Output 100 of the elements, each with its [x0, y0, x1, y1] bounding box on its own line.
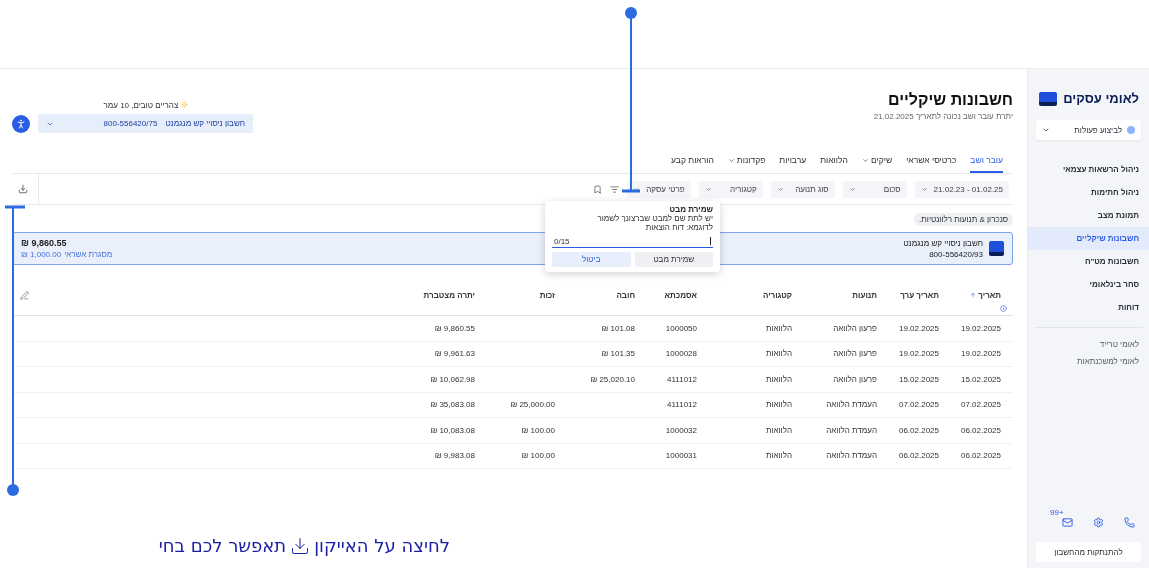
table-cell-text: ₪ 101.35: [600, 349, 635, 359]
table-cell-text: ₪ 9,983.08: [433, 451, 475, 461]
table-cell-text: פרעון הלוואה: [832, 323, 877, 333]
table-cell-text: ₪ 10,083.08: [429, 425, 475, 435]
sidebar-item[interactable]: חשבונות שיקליים: [1028, 227, 1149, 250]
sun-icon: [180, 101, 188, 108]
tab[interactable]: פקדונות: [727, 155, 766, 173]
table-cell-text: ₪ 25,000.00: [509, 400, 555, 410]
sidebar-item[interactable]: תמונת מצב: [1028, 204, 1149, 227]
settings-icon[interactable]: [1093, 517, 1104, 528]
table-cell-text: ₪ 101.08: [600, 323, 635, 333]
sidebar-item[interactable]: דוחות: [1028, 296, 1149, 319]
filter-icon[interactable]: [609, 184, 619, 194]
table-cell-text: 4111012: [666, 374, 697, 384]
table-cell-text: ₪ 10,062.98: [429, 374, 475, 384]
info-icon[interactable]: [1000, 305, 1007, 312]
tab[interactable]: עובר ושב: [970, 155, 1003, 173]
pen-icon[interactable]: [20, 291, 29, 300]
credit-amount: ₪ 1,000.00: [21, 250, 62, 259]
popup-text: יש לתת שם למבט שברצונך לשמור: [596, 214, 713, 223]
column-header[interactable]: חובה: [555, 290, 635, 300]
table-cell-text: 07.02.2025: [897, 400, 939, 410]
sidebar-link[interactable]: לאומי טרייד: [1028, 336, 1149, 353]
download-icon: [290, 535, 311, 556]
sidebar-item[interactable]: סחר בינלאומי: [1028, 273, 1149, 296]
chevron-down-icon: [632, 185, 640, 193]
column-header[interactable]: תאריך ערך: [877, 290, 939, 300]
sidebar-link[interactable]: לאומי למשכנתאות: [1028, 353, 1149, 370]
sidebar-item[interactable]: ניהול הרשאות עצמאי: [1028, 158, 1149, 181]
table-cell-text: פרעון הלוואה: [832, 349, 877, 359]
table-cell-text: 07.02.2025: [959, 400, 1001, 410]
callout-text: תאפשר לכם בחי: [158, 535, 287, 556]
table-cell-text: 1000031: [664, 451, 697, 461]
filter-dropdown[interactable]: קטגוריה: [698, 180, 763, 198]
view-name-field[interactable]: 0/15: [552, 235, 713, 248]
table-cell-text: 1000032: [664, 425, 697, 435]
table-cell-text: הלוואות: [764, 425, 792, 435]
table-cell-text: ₪ 25,020.10: [589, 374, 635, 384]
table-cell-text: 06.02.2025: [897, 451, 939, 461]
bookmark-icon[interactable]: [592, 184, 602, 194]
column-header[interactable]: אסמכתא: [635, 290, 697, 300]
chevron-down-icon: [920, 185, 928, 193]
chevron-down-icon: [861, 156, 869, 164]
column-header[interactable]: זכות: [475, 290, 555, 300]
filter-dropdown[interactable]: 21.02.23 - 01.02.25: [914, 180, 1009, 198]
column-header[interactable]: תאריך: [939, 290, 1001, 300]
column-header[interactable]: יתרה מצטברת: [385, 290, 475, 300]
popup-hint: לדוגמא: דוח הוצאות: [644, 223, 713, 232]
chevron-down-icon: [776, 185, 784, 193]
phone-icon[interactable]: [1124, 517, 1135, 528]
table-cell-text: 06.02.2025: [897, 425, 939, 435]
chevron-down-icon: [727, 156, 735, 164]
mail-count: +99: [1050, 508, 1064, 517]
table-cell-text: 06.02.2025: [959, 425, 1001, 435]
table-cell-text: ₪ 35,083.08: [429, 400, 475, 410]
table-cell-text: 19.02.2025: [897, 323, 939, 333]
sort-icon: [970, 292, 977, 298]
table-cell-text: ₪ 100.00: [520, 451, 555, 461]
table-cell-text: 15.02.2025: [959, 374, 1001, 384]
cancel-button[interactable]: ביטול: [552, 252, 631, 267]
account-number: 800-556420/93: [928, 249, 983, 259]
tab[interactable]: כרטיסי אשראי: [906, 155, 957, 173]
credit-label: מסגרת אשראי: [64, 250, 113, 259]
popup-title: שמירת מבט: [668, 205, 713, 214]
table-cell-text: ₪ 9,961.63: [433, 349, 475, 359]
action-select[interactable]: לביצוע פעולות: [1036, 120, 1141, 140]
logo-text: לאומי עסקים: [1063, 91, 1139, 106]
filter-dropdown[interactable]: סוג תנועה: [770, 180, 835, 198]
download-icon[interactable]: [18, 184, 28, 194]
column-header[interactable]: קטגוריה: [697, 290, 792, 300]
table-cell-text: העמדת הלוואה: [825, 451, 877, 461]
logo-icon: [1039, 91, 1058, 106]
table-cell-text: העמדת הלוואה: [825, 425, 877, 435]
tab[interactable]: שיקים: [861, 155, 893, 173]
filter-dropdown[interactable]: סכום: [842, 180, 907, 198]
filter-dropdown[interactable]: פרטי עסקה: [626, 180, 691, 198]
logout-button[interactable]: להתנתקות מהחשבון: [1036, 542, 1141, 562]
table-cell-text: הלוואות: [764, 374, 792, 384]
tab[interactable]: הלוואות: [820, 155, 848, 173]
filter-chip[interactable]: סנכרון & תנועות רלוונטיות.: [914, 213, 1013, 226]
table-cell-text: 4111012: [666, 400, 697, 410]
bank-logo-icon: [989, 241, 1004, 256]
table-cell-text: ₪ 9,860.55: [433, 323, 475, 333]
page-title: חשבונות שיקליים: [887, 91, 1013, 109]
save-view-button[interactable]: שמירת מבט: [634, 252, 713, 267]
chevron-down-icon: [704, 185, 712, 193]
table-cell-text: הלוואות: [764, 323, 792, 333]
table-cell-text: 15.02.2025: [897, 374, 939, 384]
table-cell-text: העמדת הלוואה: [825, 400, 877, 410]
column-header[interactable]: תנועות: [792, 290, 877, 300]
mail-icon[interactable]: [1062, 517, 1073, 528]
sidebar-item[interactable]: ניהול חתימות: [1028, 181, 1149, 204]
table-cell-text: 19.02.2025: [959, 323, 1001, 333]
accessibility-icon[interactable]: [12, 115, 30, 133]
tab[interactable]: ערבויות: [779, 155, 807, 173]
account-balance: ₪ 9,860.55: [21, 238, 68, 248]
sidebar-item[interactable]: חשבונות מט"ח: [1028, 250, 1149, 273]
table-cell-text: הלוואות: [764, 349, 792, 359]
tab[interactable]: הוראות קבע: [671, 155, 714, 173]
table-cell-text: 19.02.2025: [897, 349, 939, 359]
